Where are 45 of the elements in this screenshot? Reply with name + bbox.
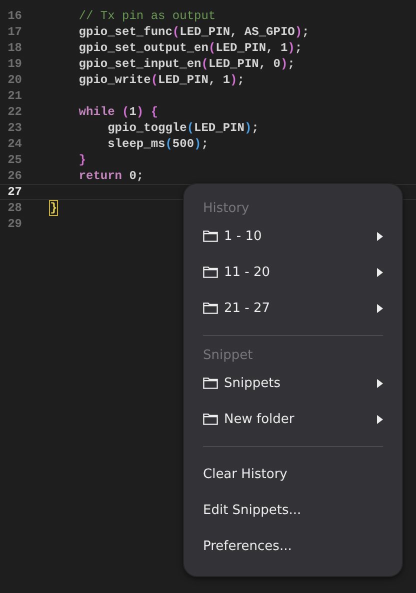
submenu-item[interactable]: 11 - 20	[203, 254, 383, 290]
code-line: }	[50, 200, 58, 216]
line-number: 25	[6, 152, 22, 168]
submenu-arrow-icon	[377, 378, 383, 388]
line-number: 23	[6, 120, 22, 136]
line-number: 20	[6, 72, 22, 88]
line-number: 19	[6, 56, 22, 72]
line-number: 16	[6, 8, 22, 24]
line-number: 26	[6, 168, 22, 184]
code-line: gpio_set_input_en(LED_PIN, 0);	[78, 56, 295, 72]
code-line: sleep_ms(500);	[106, 136, 208, 152]
folder-icon	[203, 413, 218, 425]
submenu-arrow-icon	[377, 414, 383, 424]
folder-icon	[203, 230, 218, 242]
submenu-arrow-icon	[377, 232, 383, 240]
submenu-item[interactable]: New folder	[203, 401, 383, 437]
folder-icon	[203, 302, 218, 314]
submenu-item[interactable]: Snippets	[203, 365, 383, 401]
section-header: History	[203, 200, 250, 216]
line-number: 27	[6, 184, 22, 200]
folder-icon	[203, 377, 218, 389]
submenu-item[interactable]: 21 - 27	[203, 290, 383, 326]
folder-icon	[203, 266, 218, 278]
line-number: 17	[6, 24, 22, 40]
code-line: return 0;	[78, 168, 144, 184]
code-line: gpio_write(LED_PIN, 1);	[78, 72, 244, 88]
line-number: 24	[6, 136, 22, 152]
code-line: // Tx pin as output	[78, 8, 216, 24]
line-number: 21	[6, 88, 22, 104]
menu-item[interactable]: Preferences...	[203, 528, 383, 564]
section-header: Snippet	[203, 348, 253, 362]
submenu-arrow-icon	[377, 304, 383, 312]
code-line: }	[78, 152, 86, 168]
submenu-arrow-icon	[377, 268, 383, 276]
menu-item[interactable]: Clear History	[203, 456, 383, 492]
line-number: 18	[6, 40, 22, 56]
line-number: 29	[6, 216, 22, 232]
code-line: gpio_set_output_en(LED_PIN, 1);	[78, 40, 302, 56]
submenu-item[interactable]: 1 - 10	[203, 218, 383, 254]
code-line: gpio_set_func(LED_PIN, AS_GPIO);	[78, 24, 310, 40]
line-number: 22	[6, 104, 22, 120]
line-number: 28	[6, 200, 22, 216]
code-line: while (1) {	[78, 104, 158, 120]
code-line: gpio_toggle(LED_PIN);	[106, 120, 259, 136]
menu-item[interactable]: Edit Snippets...	[203, 492, 383, 528]
